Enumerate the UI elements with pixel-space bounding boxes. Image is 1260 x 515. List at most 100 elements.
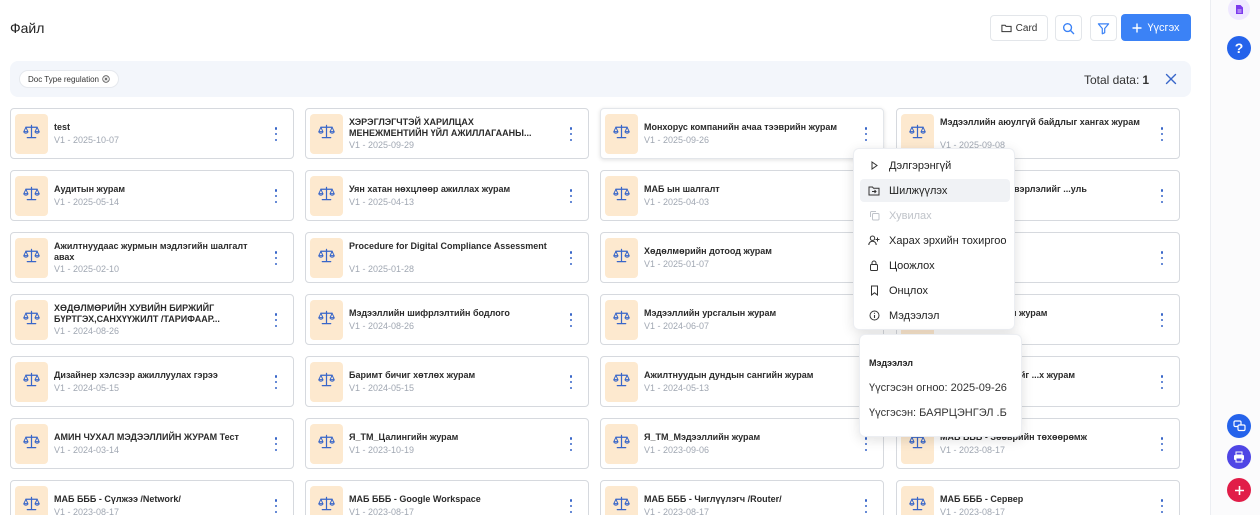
file-card[interactable]: МАБ ын шалгалт V1 - 2025-04-03 xyxy=(600,170,884,221)
search-icon xyxy=(1062,22,1075,34)
menu-item-info[interactable]: Мэдээлэл xyxy=(860,304,1010,327)
folder-icon xyxy=(1001,24,1012,33)
scale-icon xyxy=(318,372,335,392)
file-card[interactable]: МАБ БББ - Сервер V1 - 2023-08-17 xyxy=(896,480,1180,515)
scale-icon xyxy=(613,496,630,515)
file-card[interactable]: Ажилтнуудын дундын сангийн журам V1 - 202… xyxy=(600,356,884,407)
chat-button[interactable] xyxy=(1227,414,1251,438)
total-data: Total data: 1 xyxy=(1084,73,1149,87)
file-card[interactable]: Procedure for Digital Compliance Assessm… xyxy=(305,232,589,283)
menu-item-view-permissions[interactable]: Харах эрхийн тохиргоо xyxy=(860,229,1010,252)
more-options-icon[interactable] xyxy=(273,375,279,389)
menu-item-bookmark[interactable]: Онцлох xyxy=(860,279,1010,302)
scale-icon xyxy=(318,310,335,330)
more-options-icon[interactable] xyxy=(273,189,279,203)
file-version-date: V1 - 2024-03-14 xyxy=(54,445,120,455)
more-options-icon[interactable] xyxy=(273,437,279,451)
file-thumbnail xyxy=(605,114,638,154)
more-options-icon[interactable] xyxy=(568,189,574,203)
more-options-icon[interactable] xyxy=(1159,251,1165,265)
print-button[interactable] xyxy=(1227,445,1251,469)
file-title: Ажилтнуудын дундын сангийн журам xyxy=(644,370,814,380)
more-options-icon[interactable] xyxy=(1159,375,1165,389)
more-options-icon[interactable] xyxy=(273,313,279,327)
file-card[interactable]: АМИН ЧУХАЛ МЭДЭЭЛЛИЙН ЖУРАМ Тест V1 - 202… xyxy=(10,418,294,469)
menu-item-move[interactable]: Шилжүүлэх xyxy=(860,179,1010,202)
scale-icon xyxy=(613,434,630,454)
info-icon xyxy=(868,310,880,322)
file-card[interactable]: Я_ТМ_Мэдээллийн журам V1 - 2023-09-06 xyxy=(600,418,884,469)
file-card[interactable]: Я_ТМ_Цалингийн журам V1 - 2023-10-19 xyxy=(305,418,589,469)
file-version-date: V1 - 2024-05-15 xyxy=(54,383,120,393)
file-title: МАБ БББ - Чиглүүлэгч /Router/ xyxy=(644,494,782,504)
file-card[interactable]: Баримт бичиг хөтлөх журам V1 - 2024-05-15 xyxy=(305,356,589,407)
file-card[interactable]: Монхорус компанийн ачаа тээврийн журам V1… xyxy=(600,108,884,159)
file-card[interactable]: Дизайнер хэлсээр ажиллуулах гэрээ V1 - 20… xyxy=(10,356,294,407)
more-options-icon[interactable] xyxy=(273,127,279,141)
scale-icon xyxy=(909,434,926,454)
close-icon xyxy=(1165,73,1177,85)
more-options-icon[interactable] xyxy=(273,251,279,265)
menu-item-details[interactable]: Дэлгэрэнгүй xyxy=(860,154,1010,177)
info-popup: Мэдээлэл Үүсгэсэн огноо: 2025-09-26 Үүсг… xyxy=(859,334,1022,437)
more-options-icon[interactable] xyxy=(568,437,574,451)
file-card[interactable]: Уян хатан нөхцлөөр ажиллах журам V1 - 202… xyxy=(305,170,589,221)
more-options-icon[interactable] xyxy=(863,437,869,451)
more-options-icon[interactable] xyxy=(568,127,574,141)
create-button-label: Үүсгэх xyxy=(1147,21,1180,34)
file-version-date: V1 - 2024-05-15 xyxy=(349,383,415,393)
clear-filter-button[interactable] xyxy=(1165,72,1177,90)
file-card[interactable]: Мэдээллийн шифрлэлтийн бодлого V1 - 2024-… xyxy=(305,294,589,345)
more-options-icon[interactable] xyxy=(1159,313,1165,327)
file-thumbnail xyxy=(605,238,638,278)
scale-icon xyxy=(23,124,40,144)
info-created-date: Үүсгэсэн огноо: 2025-09-26 xyxy=(869,382,1007,394)
file-card[interactable]: Аудитын журам V1 - 2025-05-14 xyxy=(10,170,294,221)
more-options-icon[interactable] xyxy=(863,127,869,141)
help-button[interactable]: ? xyxy=(1227,36,1251,60)
menu-item-lock[interactable]: Цоожлох xyxy=(860,254,1010,277)
more-options-icon[interactable] xyxy=(568,251,574,265)
file-card[interactable]: ХЭРЭГЛЭГЧТЭЙ ХАРИЛЦАХ МЕНЕЖМЕНТИЙН ҮЙЛ А… xyxy=(305,108,589,159)
play-icon xyxy=(868,160,880,172)
file-card[interactable]: Мэдээллийн урсгалын журам V1 - 2024-06-07 xyxy=(600,294,884,345)
file-card[interactable]: Хөдөлмөрийн дотоод журам V1 - 2025-01-07 xyxy=(600,232,884,283)
file-card[interactable]: МАБ БББ - Google Workspace V1 - 2023-08-1… xyxy=(305,480,589,515)
scale-icon xyxy=(23,186,40,206)
file-card[interactable]: МАБ БББ - Сүлжээ /Network/V1 - 2023-08-1… xyxy=(10,480,294,515)
filter-button[interactable] xyxy=(1090,15,1117,41)
total-label: Total data: xyxy=(1083,73,1140,87)
file-card[interactable]: МАБ БББ - Чиглүүлэгч /Router/V1 - 2023-0… xyxy=(600,480,884,515)
document-shortcut-button[interactable] xyxy=(1228,0,1250,20)
menu-item-duplicate[interactable]: Хувилах xyxy=(860,204,1010,227)
more-options-icon[interactable] xyxy=(1159,437,1165,451)
filter-chip[interactable]: Doc Type regulation xyxy=(19,70,120,88)
create-button[interactable]: Үүсгэх xyxy=(1121,14,1191,41)
file-thumbnail xyxy=(15,176,48,216)
more-options-icon[interactable] xyxy=(568,313,574,327)
file-card[interactable]: Ажилтнуудаас журмын мэдлэгийн шалгалт ав… xyxy=(10,232,294,283)
more-options-icon[interactable] xyxy=(1159,499,1165,513)
file-card[interactable]: test V1 - 2025-10-07 xyxy=(10,108,294,159)
add-fab-button[interactable] xyxy=(1227,478,1251,502)
more-options-icon[interactable] xyxy=(863,499,869,513)
more-options-icon[interactable] xyxy=(1159,127,1165,141)
search-button[interactable] xyxy=(1055,15,1082,41)
more-options-icon[interactable] xyxy=(568,375,574,389)
file-title: Хөдөлмөрийн дотоод журам xyxy=(644,246,772,256)
file-thumbnail xyxy=(605,176,638,216)
file-title: Монхорус компанийн ачаа тээврийн журам xyxy=(644,122,838,132)
more-options-icon[interactable] xyxy=(273,499,279,513)
more-options-icon[interactable] xyxy=(568,499,574,513)
file-thumbnail xyxy=(15,362,48,402)
file-thumbnail xyxy=(605,424,638,464)
lock-icon xyxy=(868,260,880,272)
scale-icon xyxy=(318,248,335,268)
more-options-icon[interactable] xyxy=(1159,189,1165,203)
file-title: ХЭРЭГЛЭГЧТЭЙ ХАРИЛЦАХ МЕНЕЖМЕНТИЙН ҮЙЛ А… xyxy=(349,117,532,138)
chip-remove-icon[interactable] xyxy=(102,75,110,83)
view-toggle-button[interactable]: Card xyxy=(990,15,1048,41)
file-version-date: V1 - 2025-09-29 xyxy=(349,140,415,150)
file-card[interactable]: ХӨДӨЛМӨРИЙН ХУВИЙН БИРЖИЙГ БҮРТГЭХ,САНХҮ… xyxy=(10,294,294,345)
document-icon xyxy=(1235,4,1243,14)
